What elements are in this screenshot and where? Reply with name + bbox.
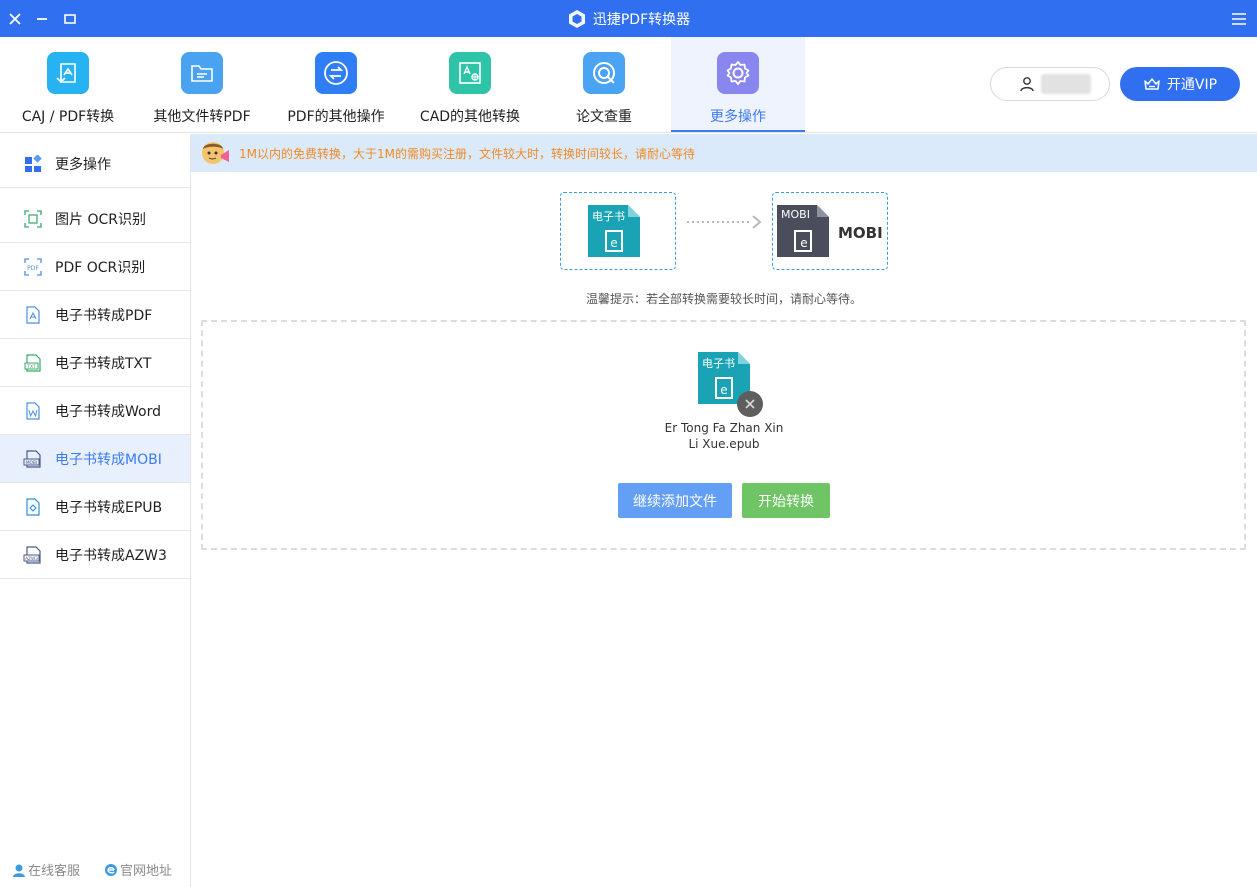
file-name-line-2: Li Xue.epub (688, 437, 760, 451)
image-ocr-icon (23, 209, 43, 229)
menu-button[interactable] (1226, 0, 1252, 37)
target-badge: MOBI (781, 208, 810, 221)
svg-text:e: e (720, 383, 727, 397)
close-icon (745, 399, 755, 409)
svg-text:MOBI: MOBI (26, 460, 37, 466)
open-vip-button[interactable]: 开通VIP (1120, 67, 1240, 101)
remove-file-button[interactable] (737, 391, 763, 417)
sidebar-item-label: PDF OCR识别 (55, 259, 146, 276)
folder-icon (181, 52, 223, 94)
title-bar: 迅捷PDF转换器 (0, 0, 1257, 37)
app-title: 迅捷PDF转换器 (0, 0, 1257, 37)
user-icon (1020, 77, 1034, 92)
convert-arrow-icon (687, 215, 762, 229)
tab-label: 其他文件转PDF (153, 109, 251, 125)
sidebar-item-image-ocr[interactable]: 图片 OCR识别 (0, 195, 190, 243)
swap-icon (315, 52, 357, 94)
notice-text: 1M以内的免费转换，大于1M的需购买注册，文件较大时，转换时间较长，请耐心等待 (239, 146, 695, 161)
source-badge: 电子书 (592, 210, 625, 223)
online-service-label: 在线客服 (28, 864, 81, 879)
tab-label: CAD的其他转换 (419, 109, 521, 125)
website-label: 官网地址 (120, 864, 173, 879)
sidebar-item-label: 更多操作 (55, 156, 111, 173)
sidebar-item-label: 电子书转成PDF (55, 307, 153, 324)
browser-e-icon (105, 863, 118, 876)
pdf-file-icon (23, 305, 43, 325)
target-format-box: e MOBI MOBI (772, 192, 888, 270)
crown-icon (1144, 78, 1160, 90)
svg-text:AZW3: AZW3 (25, 556, 38, 562)
sidebar-item-ebook-to-pdf[interactable]: 电子书转成PDF (0, 291, 190, 339)
online-service-link[interactable]: 在线客服 (12, 860, 80, 879)
txt-file-icon: TXT (23, 353, 43, 373)
sidebar-item-label: 图片 OCR识别 (55, 211, 146, 228)
pdf-convert-icon (47, 52, 89, 94)
azw3-file-icon: AZW3 (23, 545, 43, 565)
word-file-icon (23, 401, 43, 421)
cad-drawing-icon (449, 52, 491, 94)
main-toolbar: CAJ / PDF转换 其他文件转PDF PDF的其他操作 CAD的其他转换 论… (0, 37, 1257, 133)
source-format-box: e 电子书 (560, 192, 676, 270)
sidebar-item-label: 电子书转成AZW3 (55, 547, 167, 564)
start-convert-button[interactable]: 开始转换 (742, 483, 830, 518)
file-name-line-1: Er Tong Fa Zhan Xin (664, 421, 784, 435)
svg-text:e: e (800, 236, 807, 250)
sidebar-item-label: 电子书转成EPUB (55, 499, 163, 516)
epub-file-icon (23, 497, 43, 517)
hamburger-menu-icon (1232, 12, 1246, 25)
gear-icon (717, 52, 759, 94)
tab-other-to-pdf[interactable]: 其他文件转PDF (135, 37, 269, 132)
sidebar-item-label: 电子书转成Word (55, 403, 161, 420)
tab-caj-pdf-convert[interactable]: CAJ / PDF转换 (1, 37, 135, 132)
sidebar-item-ebook-to-mobi[interactable]: MOBI 电子书转成MOBI (0, 435, 190, 483)
grid-icon (23, 154, 43, 174)
app-title-text: 迅捷PDF转换器 (592, 11, 691, 28)
file-name: Er Tong Fa Zhan Xin Li Xue.epub (660, 420, 788, 452)
sidebar-item-ebook-to-txt[interactable]: TXT 电子书转成TXT (0, 339, 190, 387)
sidebar-item-more-ops[interactable]: 更多操作 (0, 140, 190, 188)
sidebar-footer: 在线客服 官网地址 (12, 860, 172, 879)
website-link[interactable]: 官网地址 (104, 860, 172, 879)
tab-label: PDF的其他操作 (287, 109, 385, 125)
file-badge: 电子书 (702, 357, 735, 370)
vip-label: 开通VIP (1166, 77, 1218, 93)
svg-text:e: e (610, 236, 617, 250)
sidebar-item-pdf-ocr[interactable]: PDF PDF OCR识别 (0, 243, 190, 291)
mobi-file-icon: MOBI (23, 449, 43, 469)
customer-service-icon (13, 864, 25, 877)
sidebar-item-ebook-to-epub[interactable]: 电子书转成EPUB (0, 483, 190, 531)
tab-cad-other-convert[interactable]: CAD的其他转换 (403, 37, 537, 132)
search-check-icon (583, 52, 625, 94)
sidebar: 更多操作 图片 OCR识别 PDF PDF OCR识别 电子书转成PDF TXT… (0, 134, 191, 887)
app-logo-icon (568, 9, 585, 28)
tab-more-operations[interactable]: 更多操作 (671, 37, 805, 132)
target-format-label: MOBI (838, 224, 883, 242)
sidebar-item-ebook-to-word[interactable]: 电子书转成Word (0, 387, 190, 435)
user-account-button[interactable] (990, 67, 1110, 101)
add-more-files-button[interactable]: 继续添加文件 (618, 483, 732, 518)
sidebar-item-label: 电子书转成MOBI (55, 451, 162, 468)
sidebar-item-ebook-to-azw3[interactable]: AZW3 电子书转成AZW3 (0, 531, 190, 579)
hint-text: 温馨提示：若全部转换需要较长时间，请耐心等待。 (585, 292, 862, 306)
sidebar-item-label: 电子书转成TXT (55, 355, 152, 372)
mascot-megaphone-icon (202, 142, 229, 164)
tab-label: 论文查重 (576, 109, 632, 125)
notice-bar: 1M以内的免费转换，大于1M的需购买注册，文件较大时，转换时间较长，请耐心等待 (191, 134, 1257, 172)
svg-text:PDF: PDF (27, 265, 39, 272)
tab-label: CAJ / PDF转换 (21, 109, 115, 125)
pdf-ocr-icon: PDF (23, 257, 43, 277)
tab-thesis-check[interactable]: 论文查重 (537, 37, 671, 132)
tab-label: 更多操作 (710, 109, 766, 125)
svg-text:TXT: TXT (26, 364, 36, 370)
user-name-redacted (1041, 74, 1091, 94)
tab-pdf-other-ops[interactable]: PDF的其他操作 (269, 37, 403, 132)
